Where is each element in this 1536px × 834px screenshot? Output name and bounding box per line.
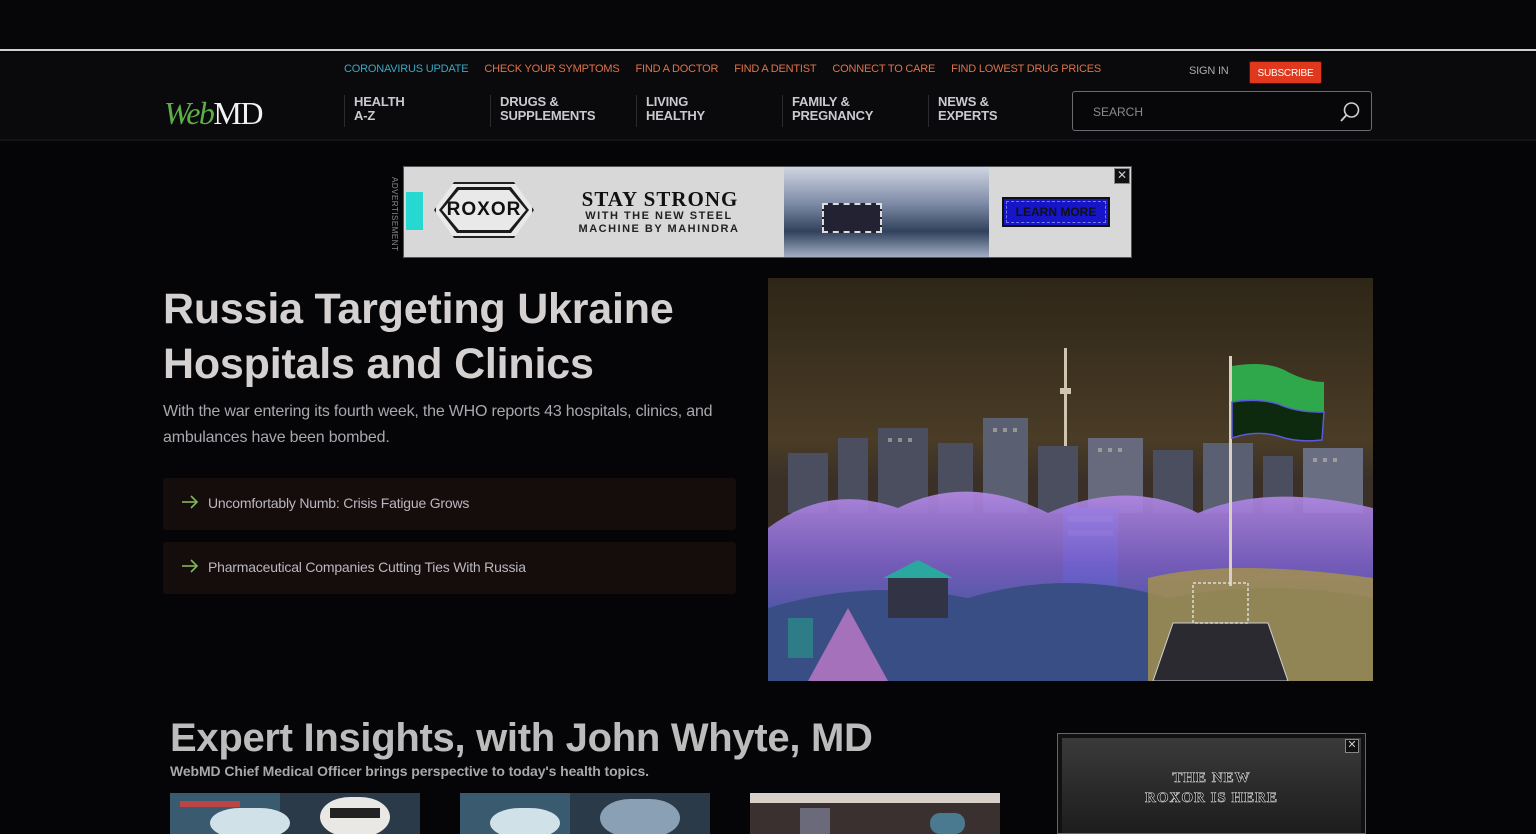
nav-label-line2: HEALTHY <box>646 108 706 123</box>
hero-summary: With the war entering its fourth week, t… <box>163 403 713 446</box>
utility-link-find-doctor[interactable]: FIND A DOCTOR <box>636 63 719 75</box>
ad-banner[interactable]: ROXOR STAY STRONG WITH THE NEW STEEL MAC… <box>403 166 1132 258</box>
nav-news-experts[interactable]: NEWS & EXPERTS <box>928 95 1074 127</box>
ad-subline-1: WITH THE NEW STEEL <box>585 210 733 222</box>
nav-label-line1: NEWS & <box>938 94 989 109</box>
vehicle-image <box>822 203 882 233</box>
video-thumbnail[interactable] <box>750 793 1000 834</box>
ad-vehicle-photo <box>784 167 989 257</box>
arrow-right-icon <box>182 495 199 509</box>
advertisement-label: ADVERTISEMENT <box>390 177 399 252</box>
main-nav: HEALTH A-Z DRUGS & SUPPLEMENTS LIVING HE… <box>344 95 1074 127</box>
video-thumbnail[interactable] <box>460 793 710 834</box>
roxor-logo: ROXOR <box>442 190 526 230</box>
ad-accent-block <box>406 192 423 230</box>
nav-health-a-z[interactable]: HEALTH A-Z <box>344 95 490 127</box>
utility-nav: CORONAVIRUS UPDATE CHECK YOUR SYMPTOMS F… <box>344 63 1117 75</box>
thumbnail-image <box>460 793 710 834</box>
side-ad-text: THE NEW ROXOR IS HERE <box>1062 768 1361 808</box>
arrow-right-icon <box>182 559 199 573</box>
side-ad-close-icon[interactable]: ✕ <box>1345 739 1359 753</box>
top-black-strip <box>0 0 1536 51</box>
sign-in-link[interactable]: SIGN IN <box>1189 65 1229 77</box>
related-article-link[interactable]: Uncomfortably Numb: Crisis Fatigue Grows <box>163 478 736 530</box>
nav-label-line2: SUPPLEMENTS <box>500 108 596 123</box>
expert-insights-title[interactable]: Expert Insights, with John Whyte, MD <box>170 716 873 761</box>
logo-web-text: Web <box>164 95 215 131</box>
side-ad-image: THE NEW ROXOR IS HERE <box>1062 738 1361 833</box>
nav-label-line2: EXPERTS <box>938 108 998 123</box>
thumbnail-image <box>170 793 420 834</box>
side-advertisement[interactable]: THE NEW ROXOR IS HERE ✕ <box>1057 733 1366 834</box>
utility-link-connect-care[interactable]: CONNECT TO CARE <box>832 63 935 75</box>
related-article-title: Pharmaceutical Companies Cutting Ties Wi… <box>208 559 526 575</box>
ad-subline: WITH THE NEW STEEL MACHINE BY MAHINDRA <box>554 210 764 236</box>
ad-subline-2: MACHINE BY MAHINDRA <box>578 223 740 235</box>
search-box <box>1072 91 1372 131</box>
nav-label-line2: A-Z <box>354 108 376 123</box>
nav-family-pregnancy[interactable]: FAMILY & PREGNANCY <box>782 95 928 127</box>
related-article-title: Uncomfortably Numb: Crisis Fatigue Grows <box>208 495 470 511</box>
video-thumbnail[interactable] <box>170 793 420 834</box>
logo-md-text: MD <box>213 95 263 131</box>
ad-close-icon[interactable]: ✕ <box>1114 168 1130 184</box>
search-input[interactable] <box>1093 103 1333 121</box>
nav-label-line1: DRUGS & <box>500 94 559 109</box>
webmd-logo[interactable]: WebMD <box>164 95 263 132</box>
nav-label-line1: LIVING <box>646 94 689 109</box>
utility-link-find-dentist[interactable]: FIND A DENTIST <box>734 63 816 75</box>
ad-learn-more-button[interactable]: LEARN MORE <box>1002 197 1110 227</box>
utility-link-coronavirus[interactable]: CORONAVIRUS UPDATE <box>344 63 469 75</box>
subscribe-button[interactable]: SUBSCRIBE <box>1249 61 1322 84</box>
nav-label-line1: HEALTH <box>354 94 405 109</box>
side-ad-line1: THE NEW <box>1172 770 1251 787</box>
webmd-homepage: CORONAVIRUS UPDATE CHECK YOUR SYMPTOMS F… <box>0 0 1536 834</box>
ad-headline: STAY STRONG <box>581 187 739 211</box>
thumbnail-image <box>750 793 1000 834</box>
hero-image-kyiv-skyline[interactable] <box>768 278 1373 681</box>
search-icon[interactable] <box>1339 101 1361 123</box>
nav-drugs-supplements[interactable]: DRUGS & SUPPLEMENTS <box>490 95 636 127</box>
hero-headline[interactable]: Russia Targeting Ukraine Hospitals and C… <box>163 282 743 392</box>
nav-living-healthy[interactable]: LIVING HEALTHY <box>636 95 782 127</box>
utility-link-symptoms[interactable]: CHECK YOUR SYMPTOMS <box>484 63 619 75</box>
nav-label-line1: FAMILY & <box>792 94 850 109</box>
nav-label-line2: PREGNANCY <box>792 108 874 123</box>
city-skyline-illustration <box>768 278 1373 681</box>
utility-link-drug-prices[interactable]: FIND LOWEST DRUG PRICES <box>951 63 1101 75</box>
side-ad-line2: ROXOR IS HERE <box>1144 790 1279 807</box>
related-article-link[interactable]: Pharmaceutical Companies Cutting Ties Wi… <box>163 542 736 594</box>
expert-insights-subtitle: WebMD Chief Medical Officer brings persp… <box>170 763 649 779</box>
